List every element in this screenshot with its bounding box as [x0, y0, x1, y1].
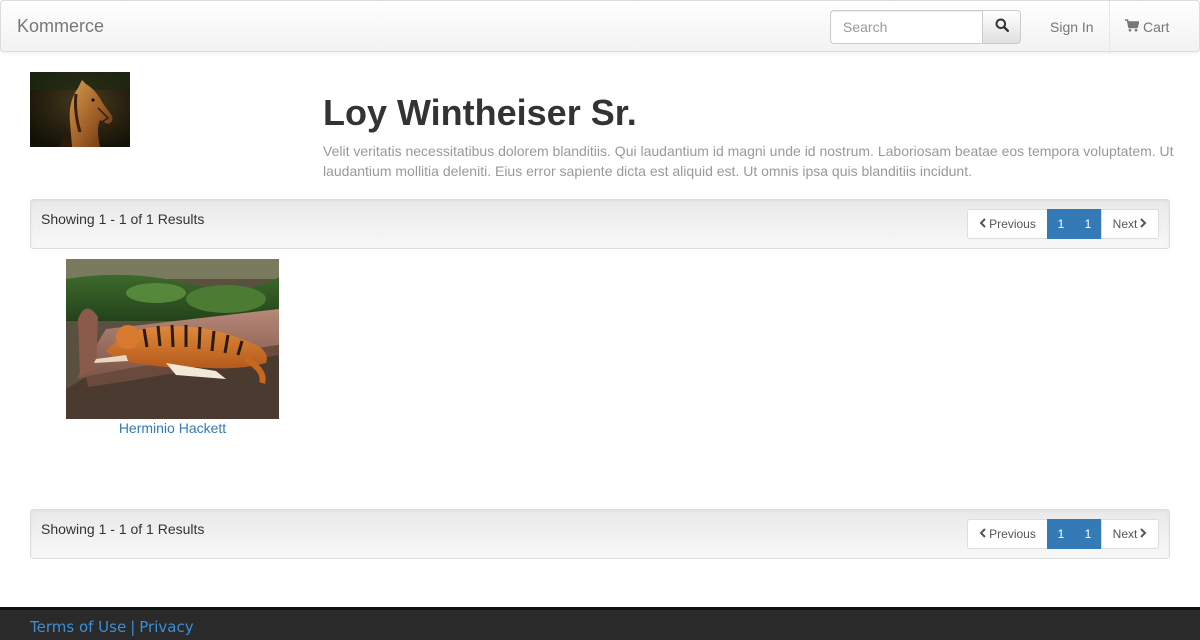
- pagination: Previous 1 1 Next: [967, 519, 1159, 549]
- footer-separator: |: [130, 618, 136, 636]
- top-navbar: Kommerce Sign In Cart: [0, 0, 1200, 53]
- nav-divider: [1109, 1, 1110, 53]
- product-card: Herminio Hackett: [66, 259, 279, 436]
- page-button[interactable]: 1: [1047, 519, 1075, 549]
- pagination: Previous 1 1 Next: [967, 209, 1159, 239]
- product-image-link[interactable]: [66, 259, 279, 419]
- terms-link[interactable]: Terms of Use: [30, 618, 126, 636]
- page-button[interactable]: 1: [1047, 209, 1075, 239]
- cart-icon: [1125, 1, 1140, 53]
- privacy-link[interactable]: Privacy: [139, 618, 193, 636]
- previous-label: Previous: [989, 527, 1036, 541]
- store-description: Velit veritatis necessitatibus dolorem b…: [323, 143, 1174, 179]
- cart-link[interactable]: Cart: [1125, 1, 1169, 53]
- footer-links: Terms of Use | Privacy: [30, 618, 194, 636]
- store-logo-image: [30, 72, 130, 147]
- footer: Terms of Use | Privacy: [0, 607, 1200, 640]
- chevron-left-icon: [979, 520, 987, 548]
- results-summary: Showing 1 - 1 of 1 Results: [41, 211, 205, 227]
- chevron-left-icon: [979, 210, 987, 238]
- chevron-right-icon: [1139, 210, 1147, 238]
- previous-page-button[interactable]: Previous: [967, 209, 1048, 239]
- brand-link[interactable]: Kommerce: [17, 16, 104, 37]
- search-input[interactable]: [830, 10, 983, 44]
- sign-in-link[interactable]: Sign In: [1050, 1, 1094, 53]
- next-label: Next: [1112, 217, 1138, 231]
- next-label: Next: [1112, 527, 1138, 541]
- tiger-photo: [66, 259, 279, 419]
- horse-photo: [30, 72, 130, 147]
- results-bar-bottom: Showing 1 - 1 of 1 Results Previous 1 1 …: [30, 509, 1170, 559]
- results-summary: Showing 1 - 1 of 1 Results: [41, 521, 205, 537]
- previous-label: Previous: [989, 217, 1036, 231]
- next-page-button[interactable]: Next: [1101, 209, 1159, 239]
- results-bar-top: Showing 1 - 1 of 1 Results Previous 1 1 …: [30, 199, 1170, 249]
- search-button[interactable]: [982, 10, 1021, 44]
- next-page-button[interactable]: Next: [1101, 519, 1159, 549]
- previous-page-button[interactable]: Previous: [967, 519, 1048, 549]
- chevron-right-icon: [1139, 520, 1147, 548]
- cart-label: Cart: [1143, 19, 1170, 35]
- search-icon: [995, 18, 1009, 37]
- page-button[interactable]: 1: [1074, 519, 1102, 549]
- store-title: Loy Wintheiser Sr.: [323, 92, 637, 133]
- page-button[interactable]: 1: [1074, 209, 1102, 239]
- product-name-link[interactable]: Herminio Hackett: [66, 420, 279, 436]
